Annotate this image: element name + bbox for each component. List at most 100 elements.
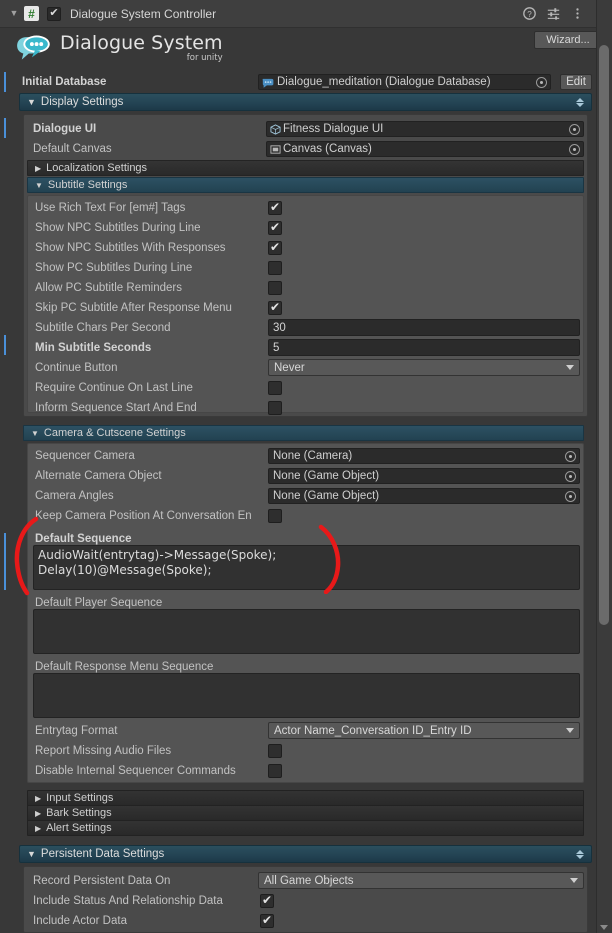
subsection-subtitle-settings[interactable]: ▼ Subtitle Settings — [27, 177, 584, 193]
label-show-npc-with-responses: Show NPC Subtitles With Responses — [35, 242, 226, 254]
field-camera-angles[interactable]: None (Game Object) — [268, 488, 580, 504]
svg-text:?: ? — [527, 10, 532, 19]
value-alternate-camera-object: None (Game Object) — [273, 470, 380, 482]
override-bar-display — [4, 118, 6, 138]
row-require-continue-last-line: Require Continue On Last Line — [35, 378, 580, 398]
prefab-icon — [270, 123, 281, 135]
subsection-localization-settings[interactable]: ▶ Localization Settings — [27, 160, 584, 176]
logo-title: Dialogue System — [60, 31, 223, 54]
label-skip-pc-subtitle: Skip PC Subtitle After Response Menu — [35, 302, 232, 314]
dropdown-record-persistent-data-on[interactable]: All Game Objects — [258, 872, 584, 889]
scrollbar-thumb[interactable] — [599, 45, 609, 625]
value-camera-angles: None (Game Object) — [273, 490, 380, 502]
object-picker-icon[interactable] — [536, 76, 547, 88]
label-subtitle-chars-per-second: Subtitle Chars Per Second — [35, 322, 171, 334]
preset-settings-icon[interactable] — [547, 7, 560, 20]
override-bar-initial-database — [4, 72, 6, 92]
subsection-input-settings[interactable]: ▶ Input Settings — [27, 790, 584, 806]
chevron-right-icon: ▶ — [35, 808, 42, 818]
reorder-arrows-icon[interactable] — [576, 849, 584, 859]
scroll-down-arrow-icon[interactable] — [600, 925, 608, 930]
component-header: ▼ # ✔ Dialogue System Controller ? — [0, 0, 596, 28]
label-allow-pc-reminders: Allow PC Subtitle Reminders — [35, 282, 183, 294]
dropdown-continue-button[interactable]: Never — [268, 359, 580, 376]
object-picker-icon[interactable] — [565, 490, 576, 502]
row-subtitle-chars-per-second: Subtitle Chars Per Second 30 — [35, 318, 580, 338]
input-min-subtitle-seconds[interactable]: 5 — [268, 339, 580, 356]
row-show-npc-with-responses: Show NPC Subtitles With Responses — [35, 238, 580, 258]
field-alternate-camera-object[interactable]: None (Game Object) — [268, 468, 580, 484]
input-subtitle-chars-per-second[interactable]: 30 — [268, 319, 580, 336]
wizard-button[interactable]: Wizard... — [534, 31, 602, 49]
component-foldout-icon[interactable]: ▼ — [6, 9, 22, 18]
checkbox-report-missing-audio[interactable] — [268, 744, 282, 758]
row-disable-internal-sequencer: Disable Internal Sequencer Commands — [35, 761, 575, 781]
chevron-right-icon: ▶ — [35, 823, 42, 833]
chevron-down-icon: ▼ — [27, 97, 36, 107]
chevron-down-icon: ▼ — [31, 428, 39, 438]
field-sequencer-camera[interactable]: None (Camera) — [268, 448, 580, 464]
checkbox-allow-pc-reminders[interactable] — [268, 281, 282, 295]
header-icon-group: ? — [523, 7, 584, 20]
object-picker-icon[interactable] — [565, 470, 576, 482]
textarea-default-response-menu-sequence[interactable] — [33, 673, 580, 718]
row-show-pc-during-line: Show PC Subtitles During Line — [35, 258, 580, 278]
subsection-alert-settings[interactable]: ▶ Alert Settings — [27, 820, 584, 836]
object-picker-icon[interactable] — [565, 450, 576, 462]
row-report-missing-audio: Report Missing Audio Files — [35, 741, 575, 761]
dropdown-continue-button-value: Never — [274, 361, 305, 374]
subsection-bark-settings[interactable]: ▶ Bark Settings — [27, 805, 584, 821]
help-icon[interactable]: ? — [523, 7, 536, 20]
dropdown-entrytag-format[interactable]: Actor Name_Conversation ID_Entry ID — [268, 722, 580, 739]
edit-database-button[interactable]: Edit — [560, 74, 592, 90]
checkbox-require-continue-last-line[interactable] — [268, 381, 282, 395]
label-default-sequence: Default Sequence — [35, 533, 132, 545]
page-title: Dialogue System Controller — [70, 6, 217, 21]
chevron-down-icon — [566, 728, 574, 733]
row-allow-pc-reminders: Allow PC Subtitle Reminders — [35, 278, 580, 298]
object-picker-icon[interactable] — [569, 123, 580, 135]
label-inform-sequence-start-end: Inform Sequence Start And End — [35, 402, 197, 414]
logo-text: Dialogue System for unity — [60, 31, 223, 63]
label-keep-camera-position: Keep Camera Position At Conversation En — [35, 510, 252, 522]
scrollbar-track[interactable] — [596, 0, 612, 933]
textarea-default-sequence[interactable]: AudioWait(entrytag)->Message(Spoke); Del… — [33, 545, 580, 590]
initial-database-field[interactable]: Dialogue_meditation (Dialogue Database) — [258, 74, 551, 90]
dialogue-database-icon — [262, 78, 274, 88]
checkbox-inform-sequence-start-end[interactable] — [268, 401, 282, 415]
label-record-persistent-data-on: Record Persistent Data On — [33, 875, 171, 887]
reorder-arrows-icon[interactable] — [576, 97, 584, 107]
checkbox-include-status-relationship[interactable] — [260, 893, 274, 908]
row-include-actor-data: Include Actor Data — [33, 911, 573, 931]
checkbox-skip-pc-subtitle[interactable] — [268, 300, 282, 315]
value-sequencer-camera: None (Camera) — [273, 450, 353, 462]
checkbox-use-rich-text[interactable] — [268, 200, 282, 215]
component-enabled-checkbox[interactable]: ✔ — [47, 6, 61, 21]
checkbox-include-actor-data[interactable] — [260, 913, 274, 928]
label-entrytag-format: Entrytag Format — [35, 725, 118, 737]
row-skip-pc-subtitle: Skip PC Subtitle After Response Menu — [35, 298, 580, 318]
chevron-down-icon — [566, 365, 574, 370]
subsection-camera-cutscene-settings[interactable]: ▼ Camera & Cutscene Settings — [23, 425, 584, 441]
textarea-default-player-sequence[interactable] — [33, 609, 580, 654]
section-header-display-settings[interactable]: ▼ Display Settings — [19, 93, 592, 111]
logo-subtitle: for unity — [186, 52, 223, 63]
checkbox-keep-camera-position[interactable] — [268, 509, 282, 523]
dialogue-ui-field[interactable]: Fitness Dialogue UI — [266, 121, 584, 137]
row-include-status-relationship: Include Status And Relationship Data — [33, 891, 573, 911]
label-min-subtitle-seconds: Min Subtitle Seconds — [35, 342, 152, 354]
subtitle-settings-label: Subtitle Settings — [47, 179, 128, 191]
checkbox-disable-internal-sequencer[interactable] — [268, 764, 282, 778]
checkbox-show-npc-during-line[interactable] — [268, 220, 282, 235]
row-show-npc-during-line: Show NPC Subtitles During Line — [35, 218, 580, 238]
kebab-menu-icon[interactable] — [571, 7, 584, 20]
subtitle-rows: Use Rich Text For [em#] Tags Show NPC Su… — [35, 198, 580, 418]
checkbox-show-npc-with-responses[interactable] — [268, 240, 282, 255]
row-continue-button: Continue Button Never — [35, 358, 580, 378]
label-default-player-sequence: Default Player Sequence — [35, 597, 163, 609]
section-header-persistent-data[interactable]: ▼ Persistent Data Settings — [19, 845, 592, 863]
default-canvas-value: Canvas (Canvas) — [283, 143, 372, 155]
object-picker-icon[interactable] — [569, 143, 580, 155]
default-canvas-field[interactable]: Canvas (Canvas) — [266, 141, 584, 157]
checkbox-show-pc-during-line[interactable] — [268, 261, 282, 275]
